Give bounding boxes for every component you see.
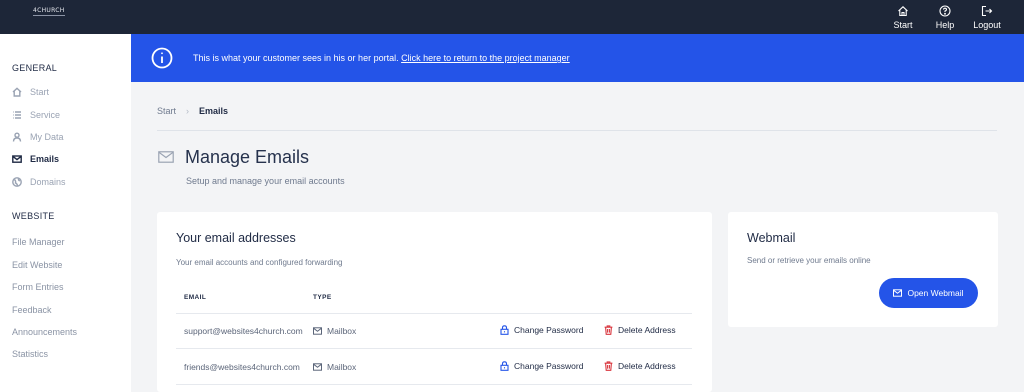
trash-icon (604, 325, 613, 335)
breadcrumb: Start › Emails (157, 106, 228, 116)
email-addresses-title: Your email addresses (176, 231, 296, 245)
sidebar: GENERAL Start Service My Data Emails Dom… (0, 34, 131, 392)
trash-icon (604, 361, 613, 371)
sidebar-item-edit-website[interactable]: Edit Website (12, 260, 62, 270)
top-nav: Start Help Logout (890, 0, 1001, 34)
top-nav-logout[interactable]: Logout (973, 0, 1001, 34)
sidebar-item-label: Service (30, 110, 61, 120)
sidebar-item-feedback[interactable]: Feedback (12, 305, 52, 315)
open-webmail-label: Open Webmail (907, 288, 964, 298)
webmail-title: Webmail (747, 231, 796, 245)
sidebar-item-domains[interactable]: Domains (12, 177, 66, 187)
lock-icon (500, 325, 509, 335)
top-nav-start-label: Start (893, 19, 913, 30)
logo[interactable]: 4CHURCH (33, 7, 65, 16)
sidebar-item-my-data[interactable]: My Data (12, 132, 64, 142)
row-divider (176, 384, 692, 385)
sidebar-item-file-manager[interactable]: File Manager (12, 237, 65, 247)
column-header-email: EMAIL (184, 294, 207, 301)
info-icon (151, 47, 173, 69)
help-icon (939, 4, 951, 17)
change-password-button[interactable]: Change Password (500, 361, 583, 371)
mail-icon (893, 289, 903, 297)
mail-icon (158, 151, 174, 163)
sidebar-heading-general: GENERAL (12, 63, 58, 73)
row-divider (176, 348, 692, 349)
mail-icon (313, 327, 322, 335)
info-banner: This is what your customer sees in his o… (131, 34, 1024, 82)
email-type: Mailbox (313, 362, 356, 372)
email-type: Mailbox (313, 326, 356, 336)
mail-icon (12, 155, 22, 163)
delete-address-label: Delete Address (618, 325, 676, 335)
table-row: friends@websites4church.com Mailbox Chan… (157, 350, 712, 384)
breadcrumb-start[interactable]: Start (157, 106, 176, 116)
return-to-project-manager-link[interactable]: Click here to return to the project mana… (401, 53, 570, 63)
column-header-type: TYPE (313, 294, 332, 301)
mail-icon (313, 363, 322, 371)
sidebar-item-label: Domains (30, 177, 66, 187)
sidebar-item-announcements[interactable]: Announcements (12, 327, 77, 337)
sidebar-item-statistics[interactable]: Statistics (12, 349, 48, 359)
top-nav-help-label: Help (935, 19, 955, 30)
top-nav-help[interactable]: Help (932, 0, 958, 34)
email-addresses-card: Your email addresses Your email accounts… (157, 212, 712, 392)
email-address: friends@websites4church.com (184, 362, 300, 372)
webmail-description: Send or retrieve your emails online (747, 256, 871, 265)
sidebar-item-service[interactable]: Service (12, 110, 60, 120)
divider (157, 130, 997, 131)
logout-icon (981, 5, 993, 16)
change-password-label: Change Password (514, 361, 584, 371)
top-nav-logout-label: Logout (973, 19, 1001, 30)
user-icon (12, 132, 22, 142)
top-nav-start[interactable]: Start (890, 0, 916, 34)
webmail-card: Webmail Send or retrieve your emails onl… (728, 212, 998, 327)
delete-address-button[interactable]: Delete Address (604, 325, 676, 335)
home-icon (12, 87, 22, 97)
banner-message: This is what your customer sees in his o… (193, 53, 402, 63)
sidebar-item-label: My Data (30, 132, 64, 142)
delete-address-button[interactable]: Delete Address (604, 361, 676, 371)
open-webmail-button[interactable]: Open Webmail (879, 278, 978, 308)
globe-icon (12, 177, 22, 187)
email-type-label: Mailbox (327, 362, 357, 372)
table-row: support@websites4church.com Mailbox Chan… (157, 314, 712, 348)
breadcrumb-current: Emails (199, 106, 229, 116)
email-address: support@websites4church.com (184, 326, 303, 336)
change-password-label: Change Password (514, 325, 584, 335)
lock-icon (500, 361, 509, 371)
sidebar-item-label: Emails (30, 154, 60, 164)
page-title: Manage Emails (185, 147, 310, 167)
breadcrumb-separator: › (186, 106, 190, 116)
list-icon (13, 111, 21, 119)
email-type-label: Mailbox (327, 326, 357, 336)
page-subtitle: Setup and manage your email accounts (186, 176, 345, 186)
top-bar: 4CHURCH Start Help Logout (0, 0, 1024, 34)
sidebar-item-label: Start (30, 87, 50, 97)
email-addresses-description: Your email accounts and configured forwa… (176, 258, 343, 267)
home-icon (898, 5, 908, 16)
delete-address-label: Delete Address (618, 361, 676, 371)
banner-text: This is what your customer sees in his o… (193, 53, 570, 63)
sidebar-heading-website: WEBSITE (12, 211, 55, 221)
sidebar-item-form-entries[interactable]: Form Entries (12, 282, 64, 292)
sidebar-item-emails[interactable]: Emails (12, 154, 59, 164)
sidebar-item-start[interactable]: Start (12, 87, 49, 97)
change-password-button[interactable]: Change Password (500, 325, 583, 335)
